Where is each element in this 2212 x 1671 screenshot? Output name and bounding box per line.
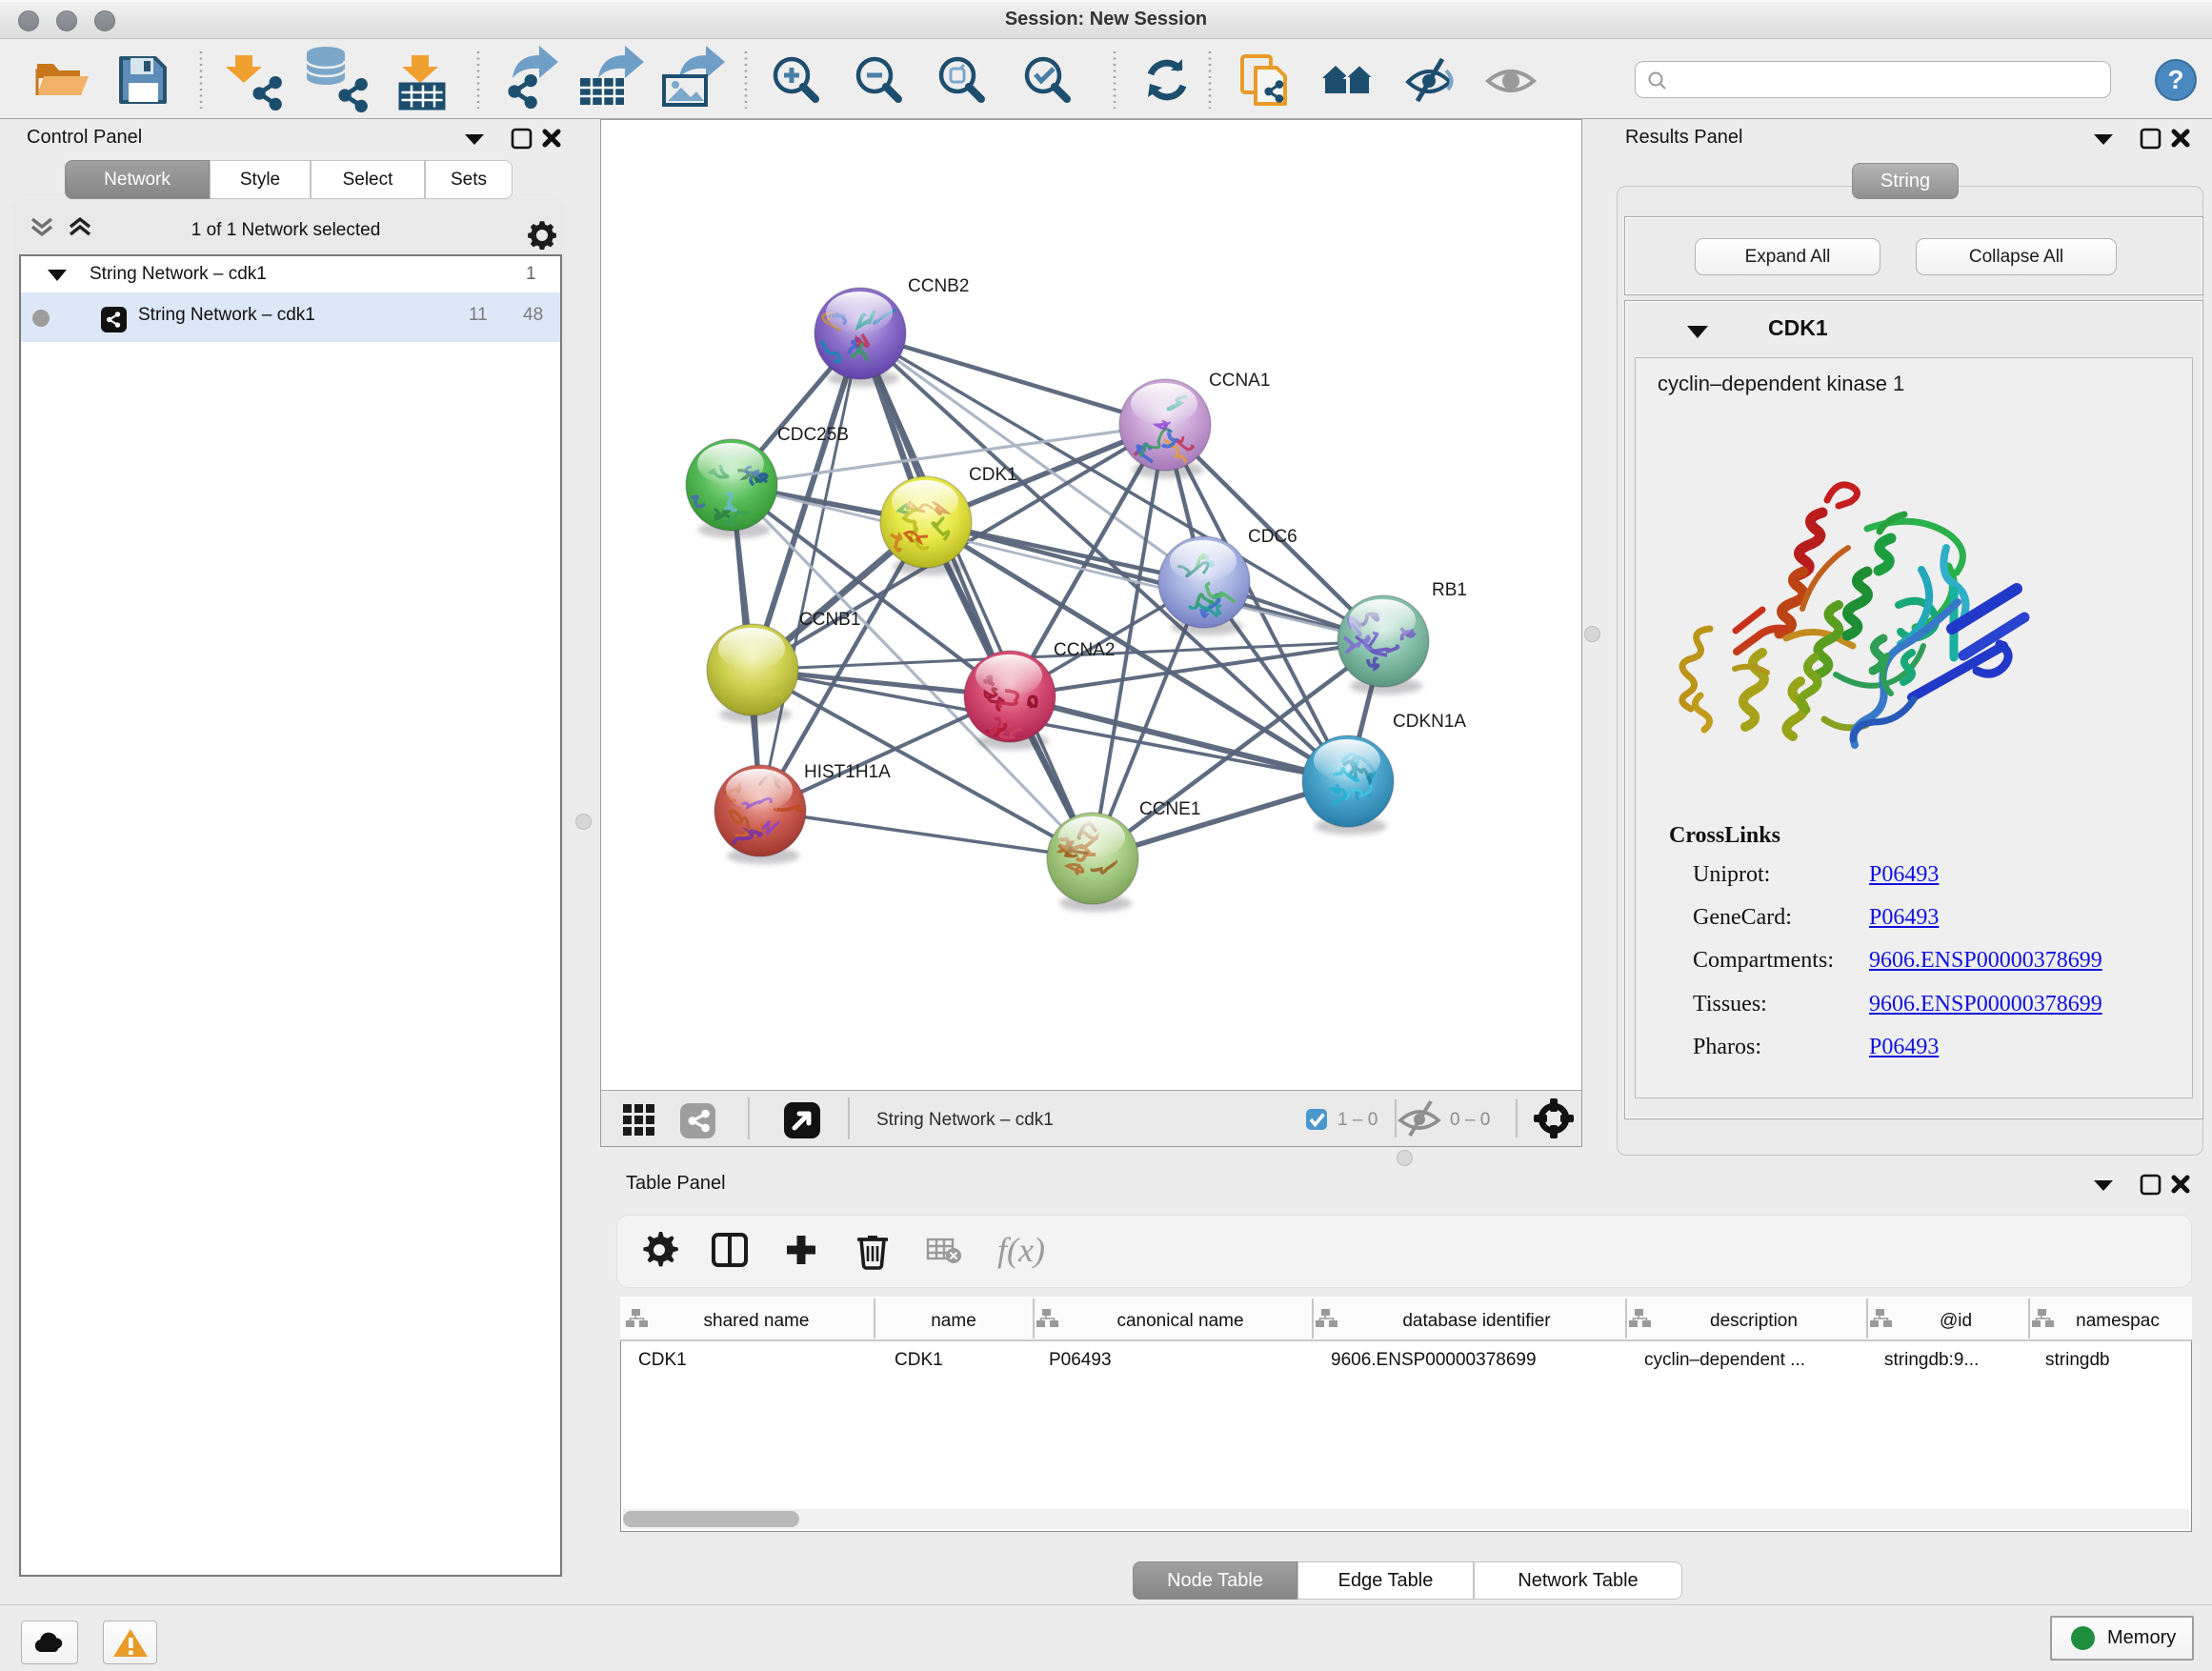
svg-text:CCNB2: CCNB2 bbox=[908, 276, 969, 296]
svg-text:P06493: P06493 bbox=[1049, 1350, 1112, 1370]
svg-text:CDC6: CDC6 bbox=[1248, 527, 1297, 547]
svg-text:CDK1: CDK1 bbox=[638, 1350, 687, 1370]
svg-text:cyclin–dependent ...: cyclin–dependent ... bbox=[1644, 1350, 1805, 1370]
svg-text:namespac: namespac bbox=[2076, 1311, 2160, 1331]
svg-text:?: ? bbox=[2167, 65, 2183, 94]
svg-text:HIST1H1A: HIST1H1A bbox=[804, 762, 891, 782]
svg-text:CCNA2: CCNA2 bbox=[1054, 640, 1115, 660]
svg-text:name: name bbox=[931, 1311, 976, 1331]
svg-text:description: description bbox=[1710, 1311, 1798, 1331]
svg-text:CCNB1: CCNB1 bbox=[799, 610, 860, 630]
svg-text:9606.ENSP00000378699: 9606.ENSP00000378699 bbox=[1331, 1350, 1537, 1370]
svg-text:f(x): f(x) bbox=[997, 1231, 1045, 1269]
svg-text:CCNE1: CCNE1 bbox=[1139, 799, 1200, 819]
svg-text:CDKN1A: CDKN1A bbox=[1393, 712, 1466, 732]
svg-text:CCNA1: CCNA1 bbox=[1209, 371, 1270, 391]
svg-text:database identifier: database identifier bbox=[1402, 1311, 1551, 1331]
svg-text:RB1: RB1 bbox=[1432, 580, 1467, 600]
svg-text:stringdb: stringdb bbox=[2045, 1350, 2110, 1370]
svg-text:stringdb:9...: stringdb:9... bbox=[1884, 1350, 1979, 1370]
svg-text:shared name: shared name bbox=[704, 1311, 810, 1331]
svg-text:@id: @id bbox=[1940, 1311, 1972, 1331]
svg-text:canonical name: canonical name bbox=[1116, 1311, 1243, 1331]
svg-text:CDK1: CDK1 bbox=[969, 465, 1017, 485]
svg-text:CDK1: CDK1 bbox=[895, 1350, 943, 1370]
svg-text:CDC25B: CDC25B bbox=[777, 425, 849, 445]
